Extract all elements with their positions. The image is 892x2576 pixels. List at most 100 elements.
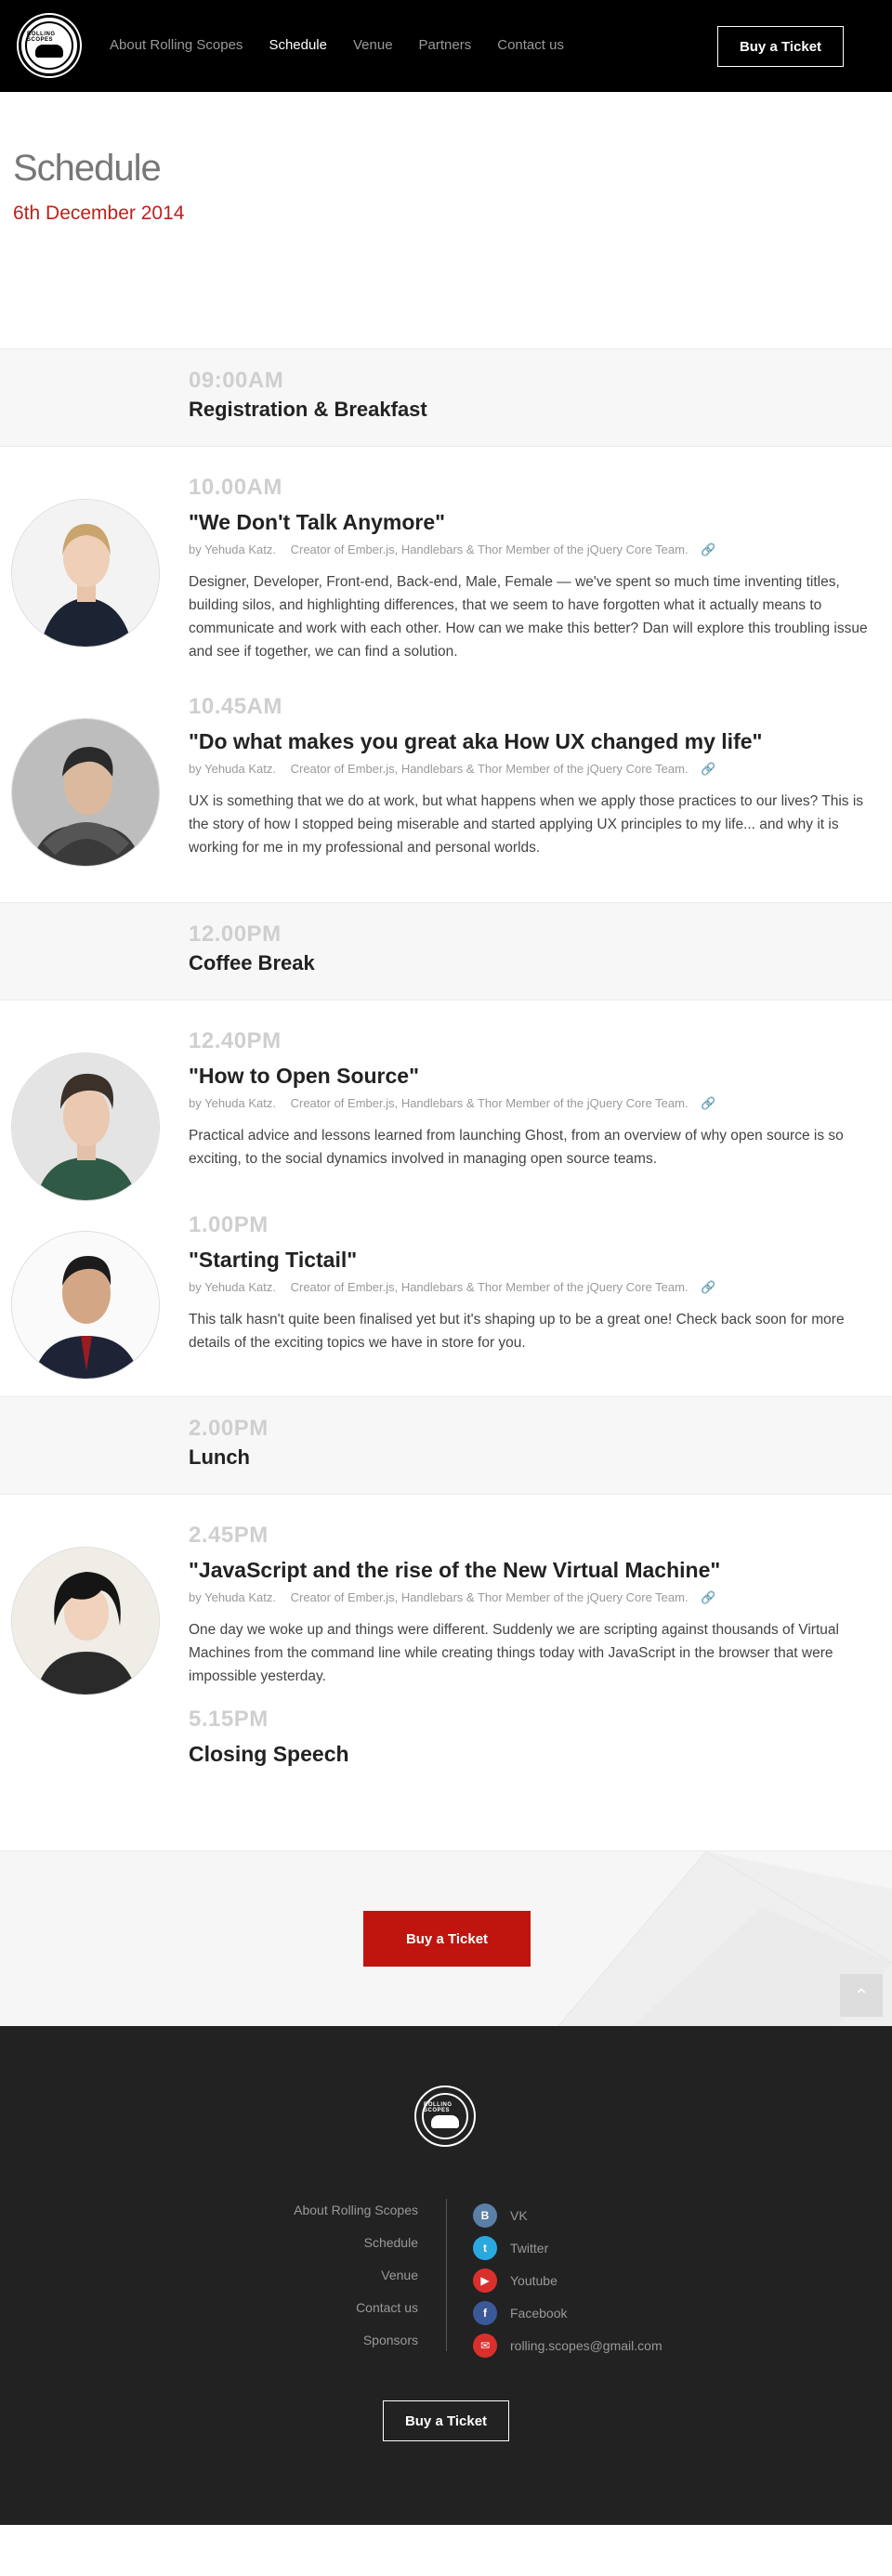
schedule-closing: 5.15PM Closing Speech xyxy=(0,1706,892,1850)
talk-content: 10.00AM "We Don't Talk Anymore" by Yehud… xyxy=(189,475,881,663)
speaker-avatar xyxy=(11,1547,160,1695)
schedule: 09:00AM Registration & Breakfast 10.00AM… xyxy=(0,348,892,1850)
time-label: 10.45AM xyxy=(189,694,282,719)
talk-content: 2.45PM "JavaScript and the rise of the N… xyxy=(189,1523,881,1688)
time-label: 12.40PM xyxy=(189,1028,282,1053)
talk-title: "JavaScript and the rise of the New Virt… xyxy=(189,1558,721,1582)
footer-link-schedule[interactable]: Schedule xyxy=(294,2233,418,2266)
talk-description: One day we woke up and things were diffe… xyxy=(189,1622,839,1684)
social-youtube[interactable]: ▶ Youtube xyxy=(473,2264,662,2296)
twitter-icon: t xyxy=(473,2235,497,2260)
schedule-break: 12.00PM Coffee Break xyxy=(0,902,892,1000)
time-label: 10.00AM xyxy=(189,475,282,500)
talk-content: 12.40PM "How to Open Source" by Yehuda K… xyxy=(189,1028,881,1170)
schedule-talk: 1.00PM "Starting Tictail" by Yehuda Katz… xyxy=(0,1203,892,1396)
social-label: rolling.scopes@gmail.com xyxy=(510,2337,662,2353)
header-buy-ticket-button[interactable]: Buy a Ticket xyxy=(717,26,844,67)
speaker-name: by Yehuda Katz. xyxy=(189,1590,276,1604)
speaker-name: by Yehuda Katz. xyxy=(189,1280,276,1294)
site-header: ROLLING SCOPES About Rolling Scopes Sche… xyxy=(0,0,892,92)
schedule-talk: 10.00AM "We Don't Talk Anymore" by Yehud… xyxy=(0,447,892,685)
nav-venue[interactable]: Venue xyxy=(353,37,393,53)
speaker-name: by Yehuda Katz. xyxy=(189,762,276,776)
link-icon[interactable]: 🔗 xyxy=(701,543,715,557)
talk-meta: by Yehuda Katz. Creator of Ember.js, Han… xyxy=(189,1096,881,1111)
talk-description: UX is something that we do at work, but … xyxy=(189,793,864,856)
talk-description: This talk hasn't quite been finalised ye… xyxy=(189,1312,845,1351)
main-nav: About Rolling Scopes Schedule Venue Part… xyxy=(110,37,564,53)
page-title: Schedule xyxy=(13,148,162,189)
logo-emblem: ROLLING SCOPES xyxy=(422,2093,468,2139)
break-title: Coffee Break xyxy=(189,951,315,974)
footer-logo[interactable]: ROLLING SCOPES xyxy=(414,2086,476,2147)
speaker-name: by Yehuda Katz. xyxy=(189,1096,276,1110)
closing-content: 5.15PM Closing Speech xyxy=(189,1706,881,1767)
social-vk[interactable]: B VK xyxy=(473,2199,662,2231)
time-label: 5.15PM xyxy=(189,1706,269,1732)
time-label: 12.00PM xyxy=(189,922,282,947)
speaker-role: Creator of Ember.js, Handlebars & Thor M… xyxy=(290,762,689,776)
facebook-icon: f xyxy=(473,2300,497,2325)
logo-text: ROLLING SCOPES xyxy=(27,32,56,43)
footer-social: B VK t Twitter ▶ Youtube f Facebook ✉ ro… xyxy=(473,2199,662,2361)
footer-buy-ticket-button[interactable]: Buy a Ticket xyxy=(383,2400,509,2441)
footer-link-contact[interactable]: Contact us xyxy=(294,2298,418,2331)
youtube-icon: ▶ xyxy=(473,2268,497,2293)
closing-title: Closing Speech xyxy=(189,1742,349,1766)
site-logo[interactable]: ROLLING SCOPES xyxy=(19,15,80,76)
schedule-talk: 2.45PM "JavaScript and the rise of the N… xyxy=(0,1495,892,1706)
footer-links: About Rolling Scopes Schedule Venue Cont… xyxy=(294,2201,418,2363)
link-icon[interactable]: 🔗 xyxy=(701,1096,715,1111)
talk-title: "How to Open Source" xyxy=(189,1064,419,1088)
nav-schedule[interactable]: Schedule xyxy=(269,37,327,53)
buy-ticket-section: Buy a Ticket ⌃ xyxy=(0,1850,892,2026)
link-icon[interactable]: 🔗 xyxy=(701,1590,715,1605)
link-icon[interactable]: 🔗 xyxy=(701,762,715,777)
speaker-name: by Yehuda Katz. xyxy=(189,543,276,556)
talk-meta: by Yehuda Katz. Creator of Ember.js, Han… xyxy=(189,1280,881,1295)
buy-ticket-button[interactable]: Buy a Ticket xyxy=(363,1911,531,1967)
site-footer: ROLLING SCOPES About Rolling Scopes Sche… xyxy=(0,2026,892,2525)
social-label: Facebook xyxy=(510,2305,568,2321)
schedule-talk: 12.40PM "How to Open Source" by Yehuda K… xyxy=(0,1000,892,1203)
break-title: Registration & Breakfast xyxy=(189,398,427,421)
speaker-avatar xyxy=(11,1053,160,1201)
social-label: VK xyxy=(510,2207,528,2223)
vk-icon: B xyxy=(473,2203,497,2228)
event-date: 6th December 2014 xyxy=(13,203,185,224)
talk-meta: by Yehuda Katz. Creator of Ember.js, Han… xyxy=(189,762,881,777)
email-icon: ✉ xyxy=(473,2333,497,2358)
link-icon[interactable]: 🔗 xyxy=(701,1280,715,1295)
talk-meta: by Yehuda Katz. Creator of Ember.js, Han… xyxy=(189,1590,881,1605)
schedule-break: 2.00PM Lunch xyxy=(0,1396,892,1495)
talk-content: 1.00PM "Starting Tictail" by Yehuda Katz… xyxy=(189,1212,881,1354)
speaker-role: Creator of Ember.js, Handlebars & Thor M… xyxy=(290,543,689,556)
social-label: Twitter xyxy=(510,2240,549,2256)
talk-title: "Do what makes you great aka How UX chan… xyxy=(189,729,763,753)
speaker-role: Creator of Ember.js, Handlebars & Thor M… xyxy=(290,1590,689,1604)
footer-link-sponsors[interactable]: Sponsors xyxy=(294,2331,418,2363)
nav-about[interactable]: About Rolling Scopes xyxy=(110,37,243,53)
speaker-role: Creator of Ember.js, Handlebars & Thor M… xyxy=(290,1096,689,1110)
time-label: 2.00PM xyxy=(189,1416,269,1441)
social-twitter[interactable]: t Twitter xyxy=(473,2231,662,2264)
page-heading: Schedule 6th December 2014 xyxy=(0,92,892,348)
social-facebook[interactable]: f Facebook xyxy=(473,2296,662,2329)
break-title: Lunch xyxy=(189,1445,250,1469)
talk-description: Practical advice and lessons learned fro… xyxy=(189,1128,844,1167)
footer-link-about[interactable]: About Rolling Scopes xyxy=(294,2201,418,2233)
nav-partners[interactable]: Partners xyxy=(419,37,472,53)
scroll-to-top-icon[interactable]: ⌃ xyxy=(840,1974,883,2017)
talk-content: 10.45AM "Do what makes you great aka How… xyxy=(189,694,881,859)
car-icon xyxy=(35,45,63,58)
social-label: Youtube xyxy=(510,2272,558,2288)
social-email[interactable]: ✉ rolling.scopes@gmail.com xyxy=(473,2329,662,2361)
speaker-avatar xyxy=(11,718,160,867)
talk-title: "We Don't Talk Anymore" xyxy=(189,510,446,534)
nav-contact[interactable]: Contact us xyxy=(497,37,564,53)
talk-title: "Starting Tictail" xyxy=(189,1248,358,1272)
speaker-avatar xyxy=(11,1231,160,1380)
talk-description: Designer, Developer, Front-end, Back-end… xyxy=(189,574,868,660)
time-label: 1.00PM xyxy=(189,1212,269,1237)
footer-link-venue[interactable]: Venue xyxy=(294,2266,418,2298)
